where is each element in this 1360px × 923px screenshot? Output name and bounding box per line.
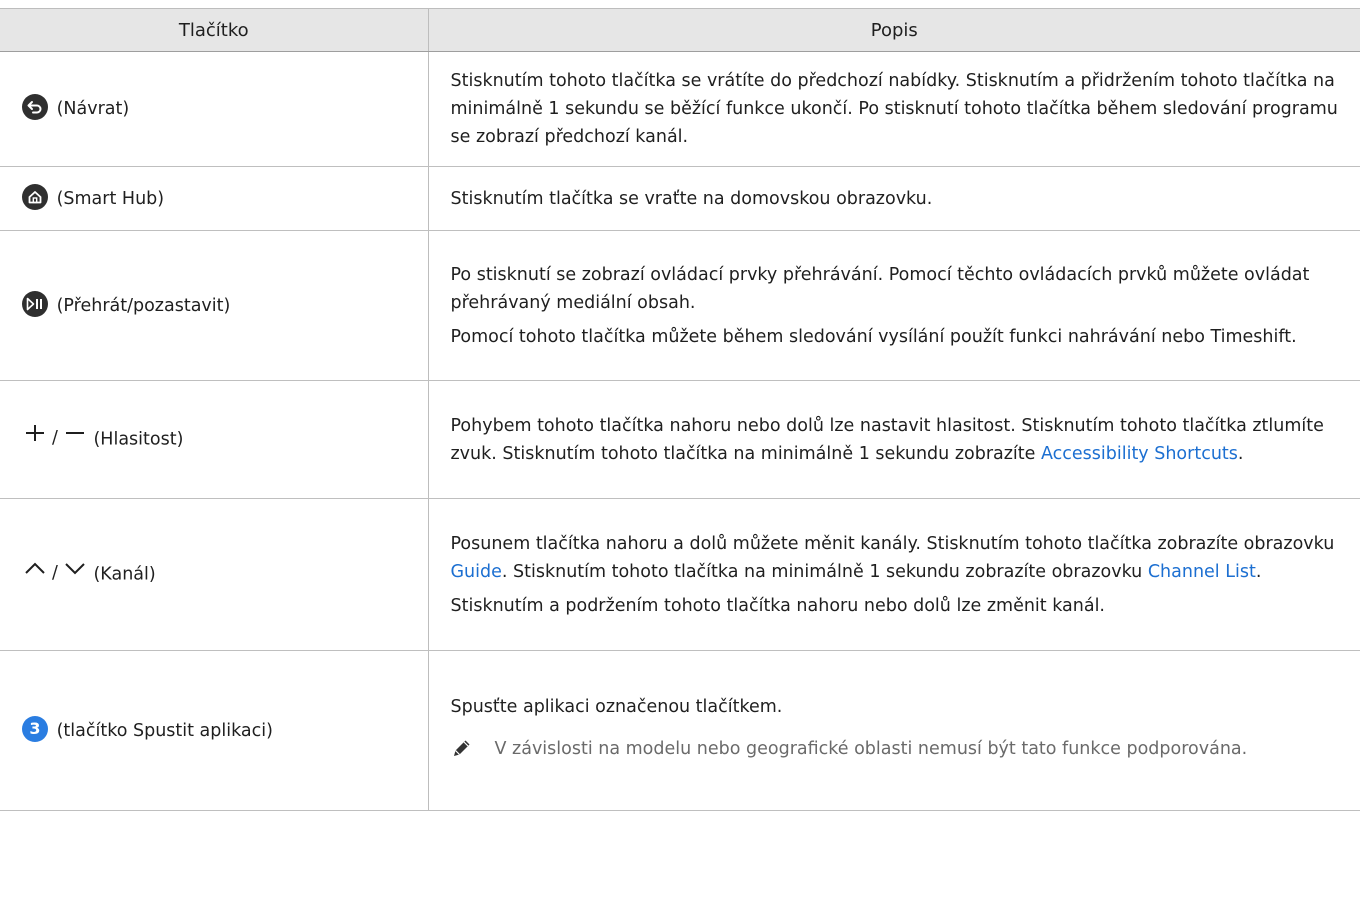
- table-row: (Přehrát/pozastavit) Po stisknutí se zob…: [0, 230, 1360, 381]
- description-cell: Pohybem tohoto tlačítka nahoru nebo dolů…: [428, 380, 1360, 499]
- chevron-down-icon: [62, 558, 88, 587]
- description-cell: Spusťte aplikaci označenou tlačítkem. V …: [428, 650, 1360, 811]
- description-text-part: . Stisknutím tohoto tlačítka na minimáln…: [501, 561, 1148, 582]
- button-cell: (Přehrát/pozastavit): [0, 230, 429, 381]
- description-text-part: .: [1255, 561, 1262, 582]
- accessibility-shortcuts-link[interactable]: Accessibility Shortcuts: [1041, 444, 1238, 464]
- button-label: (tlačítko Spustit aplikaci): [56, 720, 273, 741]
- separator: /: [52, 562, 58, 583]
- guide-link[interactable]: Guide: [451, 562, 502, 582]
- description-text: Stisknutím tohoto tlačítka se vrátíte do…: [450, 71, 1338, 147]
- return-icon: [22, 94, 48, 120]
- description-cell: Stisknutím tohoto tlačítka se vrátíte do…: [428, 51, 1360, 167]
- button-label: (Smart Hub): [56, 188, 165, 209]
- button-cell: (Návrat): [0, 51, 429, 167]
- table-header-row: Tlačítko Popis: [0, 8, 1360, 52]
- header-button: Tlačítko: [0, 8, 429, 52]
- table-row: 3 (tlačítko Spustit aplikaci) Spusťte ap…: [0, 650, 1360, 811]
- description-text-part: Posunem tlačítka nahoru a dolů můžete mě…: [450, 533, 1335, 554]
- description-text: Spusťte aplikaci označenou tlačítkem.: [450, 697, 783, 717]
- description-text: Pohybem tohoto tlačítka nahoru nebo dolů…: [451, 412, 1351, 468]
- separator: /: [52, 427, 58, 448]
- table-row: (Smart Hub) Stisknutím tlačítka se vraťt…: [0, 166, 1360, 231]
- header-description: Popis: [428, 8, 1360, 52]
- description-text: Po stisknutí se zobrazí ovládací prvky p…: [450, 264, 1310, 313]
- table-row: / (Kanál) Posunem tlačítka nahoru a dolů…: [0, 498, 1360, 651]
- description-text: Posunem tlačítka nahoru a dolů můžete mě…: [451, 530, 1351, 586]
- description-text-part: .: [1237, 443, 1244, 464]
- button-label: (Hlasitost): [93, 429, 184, 450]
- note-text: V závislosti na modelu nebo geografické …: [494, 739, 1248, 759]
- note: V závislosti na modelu nebo geografické …: [451, 735, 1351, 768]
- channel-list-link[interactable]: Channel List: [1148, 562, 1256, 582]
- description-text: Stisknutím tlačítka se vraťte na domovsk…: [450, 188, 933, 209]
- chevron-up-icon: [22, 558, 48, 587]
- number-3-icon: 3: [22, 715, 48, 742]
- table-row: (Návrat) Stisknutím tohoto tlačítka se v…: [0, 51, 1360, 167]
- description-text: Stisknutím a podržením tohoto tlačítka n…: [450, 595, 1106, 616]
- button-cell: 3 (tlačítko Spustit aplikaci): [0, 650, 429, 811]
- home-icon: [22, 183, 48, 210]
- description-text: Pomocí tohoto tlačítka můžete během sled…: [450, 326, 1297, 347]
- play-pause-icon: [22, 290, 48, 317]
- description-cell: Posunem tlačítka nahoru a dolů můžete mě…: [428, 498, 1360, 651]
- description-cell: Stisknutím tlačítka se vraťte na domovsk…: [428, 166, 1360, 231]
- button-cell: (Smart Hub): [0, 166, 429, 231]
- remote-buttons-table: Tlačítko Popis (Návrat) Stisknutím tohot…: [0, 8, 1360, 811]
- button-cell: / (Kanál): [0, 498, 429, 651]
- plus-icon: [22, 423, 48, 452]
- pencil-icon: [451, 735, 495, 768]
- table-row: / (Hlasitost) Pohybem tohoto tlačítka na…: [0, 380, 1360, 499]
- button-cell: / (Hlasitost): [0, 380, 429, 499]
- description-cell: Po stisknutí se zobrazí ovládací prvky p…: [428, 230, 1360, 381]
- button-label: (Kanál): [93, 564, 156, 585]
- button-label: (Přehrát/pozastavit): [56, 295, 231, 316]
- minus-icon: [62, 423, 88, 452]
- button-label: (Návrat): [56, 99, 130, 119]
